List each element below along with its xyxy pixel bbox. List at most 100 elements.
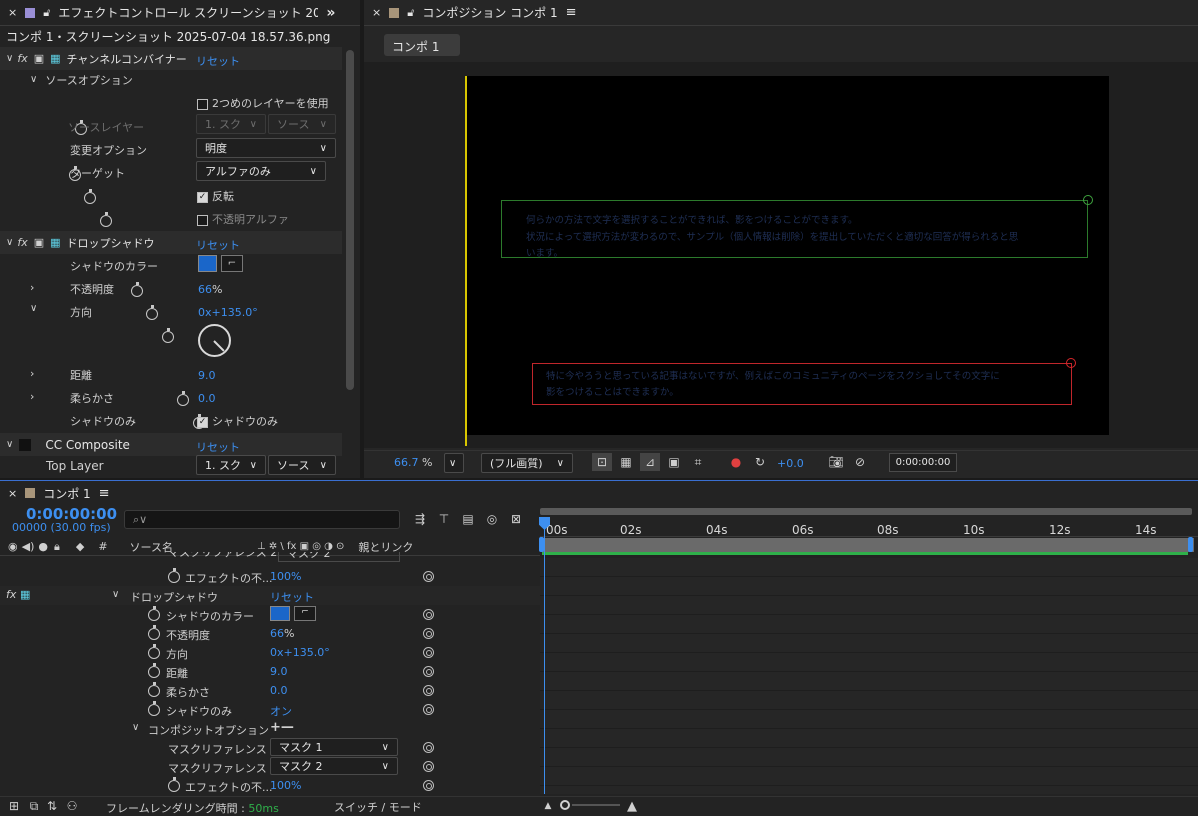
stopwatch-icon[interactable]: [148, 606, 160, 621]
expand-chevron-icon[interactable]: ›: [30, 367, 34, 380]
region-of-interest-icon[interactable]: ▣: [664, 453, 684, 471]
stopwatch-icon[interactable]: [146, 305, 158, 320]
eyedropper-icon[interactable]: ⌐: [294, 606, 316, 621]
expand-chevron-icon[interactable]: ›: [30, 281, 34, 294]
reset-link[interactable]: リセット: [196, 439, 240, 455]
target-dropdown[interactable]: アルファのみ ∨: [196, 161, 326, 181]
quality-dropdown[interactable]: (フル画質) ∨: [481, 453, 573, 473]
expand-chevron-icon[interactable]: ∨: [30, 303, 37, 314]
zoom-dropdown[interactable]: ∨: [444, 453, 464, 473]
top-layer-source-dropdown[interactable]: ソース ∨: [268, 455, 336, 475]
expand-chevron-icon[interactable]: ∨: [30, 74, 37, 85]
composition-flowchart-icon[interactable]: ⇶: [410, 510, 430, 528]
table-row[interactable]: fx ▦ ∨ ドロップシャドウ リセット: [0, 586, 540, 605]
stopwatch-icon[interactable]: [148, 644, 160, 659]
table-row[interactable]: シャドウのみ オン: [0, 700, 540, 719]
table-row[interactable]: マスクリファレンス 2 マスク 2 ∨: [0, 757, 540, 776]
stopwatch-icon[interactable]: [148, 682, 160, 697]
direction-value[interactable]: 0x+135.0°: [198, 306, 258, 319]
reset-link[interactable]: リセット: [270, 589, 314, 605]
invert-checkbox[interactable]: ✓ 反転: [197, 188, 234, 204]
table-row[interactable]: ∨ コンポジットオプション +—: [0, 719, 540, 738]
expand-chevron-icon[interactable]: ∨: [6, 439, 13, 450]
expand-chevron-icon[interactable]: ›: [30, 390, 34, 403]
composition-tab[interactable]: × 🔓︎ コンポジション コンポ 1 ≡: [364, 0, 1198, 26]
change-option-dropdown[interactable]: 明度 ∨: [196, 138, 336, 158]
close-icon[interactable]: ×: [8, 6, 17, 19]
color-channels-icon[interactable]: ●: [726, 453, 746, 471]
pickwhip-icon[interactable]: [423, 685, 434, 696]
panel-menu-icon[interactable]: ≡: [566, 5, 577, 20]
lock-icon[interactable]: 🔓︎: [407, 6, 414, 20]
shy-layers-icon[interactable]: ▤: [458, 510, 478, 528]
table-row[interactable]: マスクリファレンス 2 マスク 2: [0, 552, 540, 564]
green-handle-icon[interactable]: [1083, 195, 1093, 205]
timeline-track-area[interactable]: [540, 558, 1198, 794]
opacity-value[interactable]: 66%: [270, 627, 294, 640]
frame-blending-icon[interactable]: ◎: [482, 510, 502, 528]
guides-icon[interactable]: ⌗: [688, 453, 708, 471]
zoom-in-icon[interactable]: ▲: [622, 797, 642, 815]
effect-panel-scrollbar[interactable]: [346, 50, 354, 390]
stopwatch-icon[interactable]: [148, 663, 160, 678]
eyedropper-icon[interactable]: ⌐: [221, 255, 243, 272]
shadow-color-swatch[interactable]: [270, 606, 290, 621]
stopwatch-icon[interactable]: [130, 282, 143, 297]
zoom-out-icon[interactable]: ▲: [538, 797, 558, 815]
snapshot-frame-icon[interactable]: ⊡: [592, 453, 612, 471]
use-second-layer-checkbox[interactable]: 2つめのレイヤーを使用: [197, 95, 329, 111]
playhead-line[interactable]: [544, 518, 545, 794]
opacity-value[interactable]: 66%: [198, 283, 222, 296]
zoom-slider-track[interactable]: [572, 804, 620, 806]
mask-ref2-dropdown[interactable]: マスク 2 ∨: [270, 757, 398, 775]
table-row[interactable]: 距離 9.0: [0, 662, 540, 681]
table-row[interactable]: 方向 0x+135.0°: [0, 643, 540, 662]
stopwatch-icon[interactable]: [99, 212, 112, 227]
table-row[interactable]: 柔らかさ 0.0: [0, 681, 540, 700]
timeline-search-input[interactable]: ⌕∨: [124, 510, 400, 529]
expand-chevron-icon[interactable]: ∨: [6, 53, 13, 64]
pickwhip-icon[interactable]: [423, 761, 434, 772]
table-row[interactable]: シャドウのカラー ⌐: [0, 605, 540, 624]
softness-value[interactable]: 0.0: [198, 392, 216, 405]
pickwhip-icon[interactable]: [423, 609, 434, 620]
reset-exposure-icon[interactable]: ↻: [750, 453, 770, 471]
switch-mode-toggle[interactable]: スイッチ / モード: [334, 799, 422, 815]
effect-header-channel-combiner[interactable]: ∨ fx ▣ ▦ チャンネルコンバイナー: [0, 47, 342, 70]
transparency-grid-icon[interactable]: ▦: [616, 453, 636, 471]
comp-tab-button[interactable]: コンポ 1: [384, 34, 460, 56]
opaque-alpha-checkbox[interactable]: 不透明アルファ: [197, 211, 289, 227]
timeline-tab[interactable]: × コンポ 1 ≡: [0, 480, 300, 506]
panel-overflow-icon[interactable]: »: [326, 5, 335, 21]
close-icon[interactable]: ×: [8, 487, 17, 500]
transfer-controls-icon[interactable]: ⇅: [42, 797, 62, 815]
mask-ref1-dropdown[interactable]: マスク 1 ∨: [270, 738, 398, 756]
render-toggle-icon[interactable]: ⊞: [4, 797, 24, 815]
source-options-group[interactable]: ∨ ソースオプション: [0, 68, 342, 91]
pickwhip-icon[interactable]: [423, 704, 434, 715]
table-row[interactable]: エフェクトの不... 100%: [0, 776, 540, 795]
direction-dial[interactable]: [198, 324, 231, 357]
expand-switches-icon[interactable]: ⧉: [24, 797, 44, 815]
reset-link[interactable]: リセット: [196, 53, 240, 69]
pickwhip-icon[interactable]: [423, 742, 434, 753]
fx-icon[interactable]: fx: [6, 588, 16, 601]
pickwhip-icon[interactable]: [423, 647, 434, 658]
layer-duration-bar[interactable]: [542, 538, 1194, 552]
lock-icon[interactable]: 🔓︎: [43, 6, 50, 20]
fx-icon[interactable]: fx: [17, 236, 27, 249]
stopwatch-icon[interactable]: [177, 391, 189, 406]
fx-icon[interactable]: fx: [17, 52, 27, 65]
zoom-value[interactable]: 66.7 %: [394, 456, 432, 469]
table-row[interactable]: マスクリファレンス 1 マスク 1 ∨: [0, 738, 540, 757]
camera-snapshot-icon[interactable]: 📷︎: [826, 453, 846, 471]
pickwhip-icon[interactable]: [423, 780, 434, 791]
add-remove-icon[interactable]: +—: [270, 720, 294, 735]
table-row[interactable]: エフェクトの不... 100%: [0, 567, 540, 586]
stopwatch-icon[interactable]: [148, 701, 160, 716]
table-row[interactable]: 不透明度 66%: [0, 624, 540, 643]
comp-timecode[interactable]: 0:00:00:00: [889, 453, 957, 472]
expand-chevron-icon[interactable]: ∨: [132, 722, 139, 733]
exposure-value[interactable]: +0.0: [777, 457, 804, 470]
draft-3d-icon[interactable]: ⊤: [434, 510, 454, 528]
